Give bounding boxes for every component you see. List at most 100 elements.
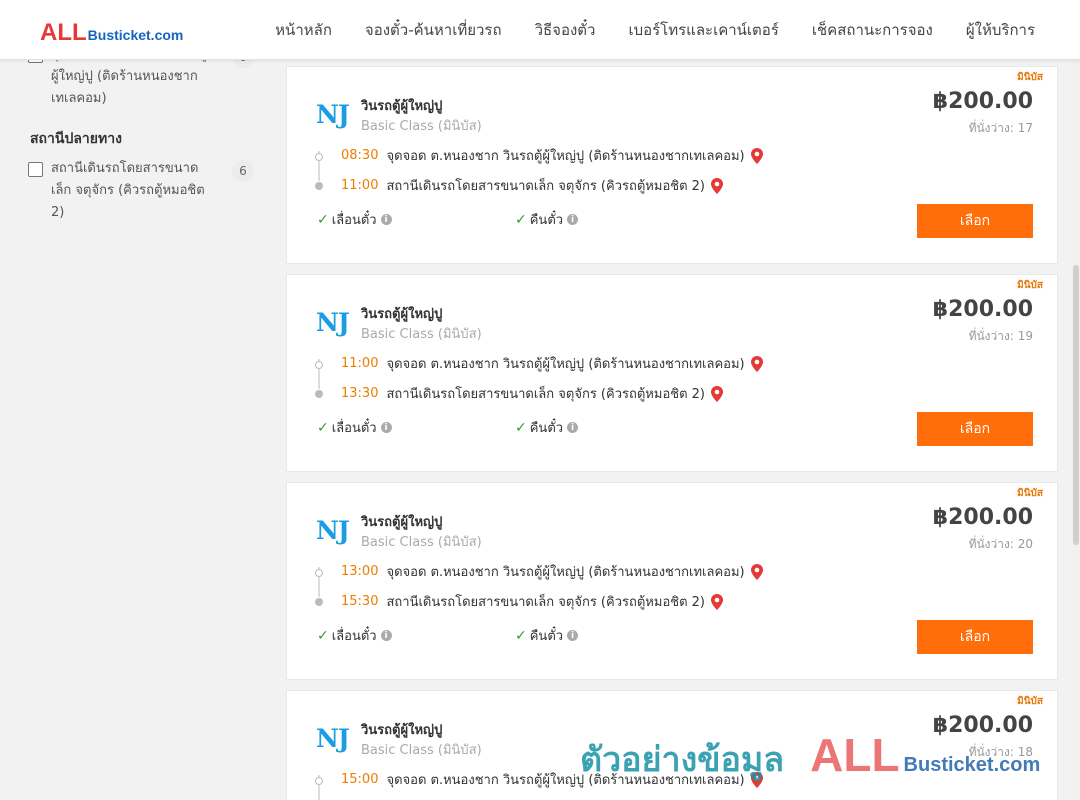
ticket-price: ฿200.00 — [932, 297, 1033, 322]
reschedule-label: เลื่อนตั๋ว — [331, 421, 377, 436]
operator-logo: NJ — [316, 100, 350, 129]
service-class: Basic Class (มินิบัส) — [361, 119, 482, 134]
vehicle-tag: มินิบัส — [1017, 696, 1043, 707]
departure-time: 11:00 — [341, 356, 379, 371]
site-header: ALL Busticket.com หน้าหลัก จองตั๋ว-ค้นหา… — [0, 0, 1080, 60]
trip-card: มินิบัส NJ วินรถตู้ผู้ใหญ่ปู Basic Class… — [286, 66, 1058, 264]
logo-all-text: ALL — [40, 19, 87, 46]
refund-feature: ✓ คืนตั๋ว i — [515, 625, 579, 646]
refund-feature: ✓ คืนตั๋ว i — [515, 417, 579, 438]
operator-logo: NJ — [316, 308, 350, 337]
info-icon[interactable]: i — [380, 422, 392, 433]
seats-available: ที่นั่งว่าง: 17 — [968, 121, 1033, 135]
departure-time: 15:00 — [341, 772, 379, 787]
trip-card: มินิบัส NJ วินรถตู้ผู้ใหญ่ปู Basic Class… — [286, 274, 1058, 472]
check-icon: ✓ — [515, 627, 527, 644]
check-icon: ✓ — [515, 419, 527, 436]
reschedule-feature: ✓ เลื่อนตั๋ว i — [317, 209, 392, 230]
map-pin-icon[interactable] — [750, 355, 763, 372]
nav-how-to-book[interactable]: วิธีจองตั๋ว — [535, 18, 596, 42]
trip-card: มินิบัส NJ วินรถตู้ผู้ใหญ่ปู Basic Class… — [286, 482, 1058, 680]
service-class: Basic Class (มินิบัส) — [361, 743, 482, 758]
arrival-place: สถานีเดินรถโดยสารขนาดเล็ก จตุจักร (คิวรถ… — [386, 179, 705, 194]
refund-label: คืนตั๋ว — [529, 421, 564, 436]
refund-feature: ✓ คืนตั๋ว i — [515, 209, 579, 230]
info-icon[interactable]: i — [380, 214, 392, 225]
arrival-time: 11:00 — [341, 178, 379, 193]
info-icon[interactable]: i — [567, 630, 579, 641]
logo-site-text: Busticket.com — [87, 27, 184, 43]
destination-filter-option[interactable]: สถานีเดินรถโดยสารขนาดเล็ก จตุจักร (คิวรถ… — [28, 158, 256, 224]
nav-home[interactable]: หน้าหลัก — [275, 18, 332, 42]
reschedule-feature: ✓ เลื่อนตั๋ว i — [317, 417, 392, 438]
destination-count-badge: 6 — [232, 160, 254, 182]
map-pin-icon[interactable] — [750, 771, 763, 788]
nav-book-search[interactable]: จองตั๋ว-ค้นหาเที่ยวรถ — [365, 18, 502, 42]
vehicle-tag: มินิบัส — [1017, 280, 1043, 291]
operator-name: วินรถตู้ผู้ใหญ่ปู — [361, 723, 443, 738]
departure-dot — [315, 153, 323, 161]
main-nav: หน้าหลัก จองตั๋ว-ค้นหาเที่ยวรถ วิธีจองตั… — [242, 0, 1035, 60]
site-logo[interactable]: ALL Busticket.com — [40, 19, 183, 47]
destination-option-label: สถานีเดินรถโดยสารขนาดเล็ก จตุจักร (คิวรถ… — [51, 161, 205, 220]
select-trip-button[interactable]: เลือก — [917, 412, 1033, 446]
service-class: Basic Class (มินิบัส) — [361, 535, 482, 550]
map-pin-icon[interactable] — [750, 147, 763, 164]
nav-phone-counters[interactable]: เบอร์โทรและเคาน์เตอร์ — [628, 18, 778, 42]
departure-dot — [315, 361, 323, 369]
seats-available: ที่นั่งว่าง: 18 — [968, 745, 1033, 759]
seats-available: ที่นั่งว่าง: 19 — [968, 329, 1033, 343]
check-icon: ✓ — [317, 211, 329, 228]
trip-card: มินิบัส NJ วินรถตู้ผู้ใหญ่ปู Basic Class… — [286, 690, 1058, 800]
departure-place: จุดจอด ต.หนองชาก วินรถตู้ผู้ใหญ่ปู (ติดร… — [386, 773, 745, 788]
arrival-time: 13:30 — [341, 386, 379, 401]
departure-dot — [315, 777, 323, 785]
reschedule-feature: ✓ เลื่อนตั๋ว i — [317, 625, 392, 646]
reschedule-label: เลื่อนตั๋ว — [331, 629, 377, 644]
reschedule-label: เลื่อนตั๋ว — [331, 213, 377, 228]
departure-stop: 13:00 จุดจอด ต.หนองชาก วินรถตู้ผู้ใหญ่ปู… — [341, 561, 763, 582]
arrival-dot — [315, 390, 323, 398]
operator-name: วินรถตู้ผู้ใหญ่ปู — [361, 515, 443, 530]
vehicle-tag: มินิบัส — [1017, 488, 1043, 499]
map-pin-icon[interactable] — [711, 177, 723, 194]
refund-label: คืนตั๋ว — [529, 629, 564, 644]
nav-operators[interactable]: ผู้ให้บริการ — [966, 18, 1035, 42]
destination-filter-title: สถานีปลายทาง — [30, 131, 122, 147]
check-icon: ✓ — [317, 419, 329, 436]
map-pin-icon[interactable] — [711, 385, 723, 402]
arrival-place: สถานีเดินรถโดยสารขนาดเล็ก จตุจักร (คิวรถ… — [386, 595, 705, 610]
nav-check-booking[interactable]: เช็คสถานะการจอง — [812, 18, 933, 42]
arrival-stop: 15:30 สถานีเดินรถโดยสารขนาดเล็ก จตุจักร … — [341, 591, 723, 612]
operator-logo: NJ — [316, 724, 350, 753]
refund-label: คืนตั๋ว — [529, 213, 564, 228]
ticket-price: ฿200.00 — [932, 505, 1033, 530]
service-class: Basic Class (มินิบัส) — [361, 327, 482, 342]
arrival-stop: 11:00 สถานีเดินรถโดยสารขนาดเล็ก จตุจักร … — [341, 175, 723, 196]
info-icon[interactable]: i — [380, 630, 392, 641]
arrival-place: สถานีเดินรถโดยสารขนาดเล็ก จตุจักร (คิวรถ… — [386, 387, 705, 402]
select-trip-button[interactable]: เลือก — [917, 620, 1033, 654]
ticket-price: ฿200.00 — [932, 89, 1033, 114]
arrival-dot — [315, 598, 323, 606]
operator-name: วินรถตู้ผู้ใหญ่ปู — [361, 99, 443, 114]
info-icon[interactable]: i — [567, 214, 579, 225]
destination-checkbox[interactable] — [28, 162, 43, 177]
scrollbar-thumb[interactable] — [1073, 265, 1079, 545]
seats-available: ที่นั่งว่าง: 20 — [968, 537, 1033, 551]
departure-dot — [315, 569, 323, 577]
info-icon[interactable]: i — [567, 422, 579, 433]
operator-name: วินรถตู้ผู้ใหญ่ปู — [361, 307, 443, 322]
vehicle-tag: มินิบัส — [1017, 72, 1043, 83]
departure-time: 08:30 — [341, 148, 379, 163]
map-pin-icon[interactable] — [711, 593, 723, 610]
ticket-price: ฿200.00 — [932, 713, 1033, 738]
arrival-dot — [315, 182, 323, 190]
departure-stop: 15:00 จุดจอด ต.หนองชาก วินรถตู้ผู้ใหญ่ปู… — [341, 769, 763, 790]
filter-sidebar: จุดจอด ต.หนองชาก วินรถตู้ผู้ใหญ่ปู (ติดร… — [28, 44, 256, 224]
select-trip-button[interactable]: เลือก — [917, 204, 1033, 238]
map-pin-icon[interactable] — [750, 563, 763, 580]
departure-stop: 11:00 จุดจอด ต.หนองชาก วินรถตู้ผู้ใหญ่ปู… — [341, 353, 763, 374]
departure-place: จุดจอด ต.หนองชาก วินรถตู้ผู้ใหญ่ปู (ติดร… — [386, 149, 745, 164]
arrival-stop: 13:30 สถานีเดินรถโดยสารขนาดเล็ก จตุจักร … — [341, 383, 723, 404]
